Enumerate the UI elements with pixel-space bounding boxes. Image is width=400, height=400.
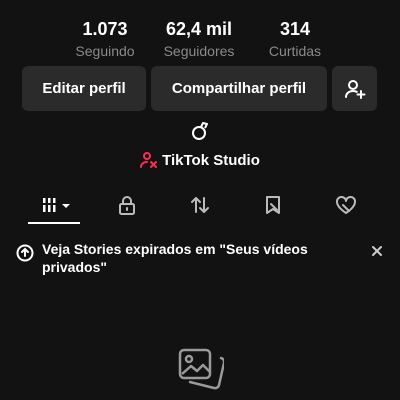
tab-reposts[interactable] bbox=[175, 188, 225, 222]
stat-following-value: 1.073 bbox=[82, 19, 128, 39]
share-profile-button[interactable]: Compartilhar perfil bbox=[151, 66, 327, 111]
empty-gallery-icon bbox=[176, 344, 226, 392]
stat-likes-label: Curtidas bbox=[268, 43, 322, 59]
add-friend-button[interactable] bbox=[332, 66, 377, 111]
stat-followers-label: Seguidores bbox=[163, 43, 235, 59]
profile-stats: 1.073 Seguindo 62,4 mil Seguidores 314 C… bbox=[0, 18, 400, 60]
stat-following[interactable]: 1.073 Seguindo bbox=[57, 18, 153, 60]
lock-icon bbox=[119, 196, 135, 215]
tiktok-studio-link[interactable]: TikTok Studio bbox=[0, 151, 400, 169]
stat-following-label: Seguindo bbox=[75, 43, 135, 59]
stories-notice-text: Veja Stories expirados em "Seus vídeos p… bbox=[42, 241, 308, 275]
tab-liked[interactable] bbox=[321, 188, 371, 222]
stat-likes[interactable]: 314 Curtidas bbox=[247, 18, 343, 60]
stat-likes-value: 314 bbox=[279, 19, 311, 39]
close-icon[interactable] bbox=[368, 242, 386, 260]
tab-videos[interactable] bbox=[29, 188, 79, 222]
repost-icon bbox=[191, 197, 209, 213]
stat-followers-value: 62,4 mil bbox=[165, 19, 233, 39]
header-partial bbox=[150, 0, 250, 6]
bookmark-icon bbox=[266, 196, 280, 214]
liked-icon bbox=[336, 195, 356, 214]
stat-followers[interactable]: 62,4 mil Seguidores bbox=[151, 18, 247, 60]
tiktok-studio-icon bbox=[140, 152, 158, 168]
grid-icon bbox=[43, 198, 70, 212]
tab-private[interactable] bbox=[102, 188, 152, 222]
ring-icon[interactable] bbox=[189, 120, 211, 142]
active-tab-indicator bbox=[28, 222, 80, 224]
clock-plus-icon bbox=[16, 244, 34, 262]
tiktok-studio-label: TikTok Studio bbox=[162, 151, 260, 169]
add-user-icon bbox=[344, 79, 365, 99]
edit-profile-button[interactable]: Editar perfil bbox=[22, 66, 146, 111]
stories-notice[interactable]: Veja Stories expirados em "Seus vídeos p… bbox=[14, 240, 386, 276]
profile-tabs bbox=[0, 188, 400, 224]
profile-actions: Editar perfil Compartilhar perfil bbox=[22, 66, 377, 111]
tab-saved[interactable] bbox=[248, 188, 298, 222]
